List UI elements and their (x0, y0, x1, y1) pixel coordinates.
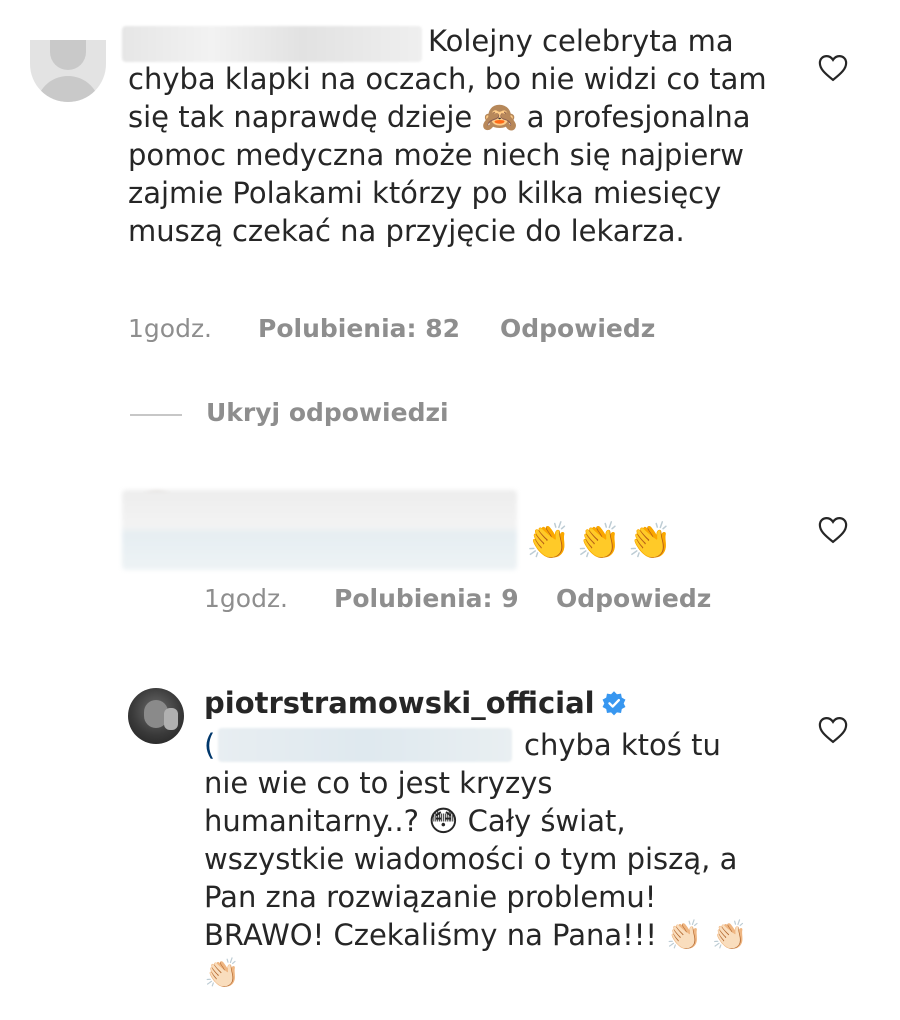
comment-text: Kolejny celebryta ma (428, 22, 828, 60)
comment-text-body: chyba klapki na oczach, bo nie widzi co … (128, 62, 767, 248)
comment-2: 👏👏👏 1godz. Polubienia: 9 Odpowiedz (0, 480, 900, 630)
timestamp: 1godz. (204, 584, 289, 613)
blurred-mention[interactable] (218, 728, 512, 762)
blurred-username[interactable] (122, 490, 517, 570)
comment-1: Kolejny celebryta ma chyba klapki na ocz… (0, 0, 900, 360)
timestamp: 1godz. (128, 314, 213, 343)
mention-prefix: ( (204, 728, 216, 762)
username[interactable]: piotrstramowski_official (204, 686, 595, 720)
comment-meta: 1godz. Polubienia: 9 Odpowiedz (204, 584, 804, 614)
likes-count[interactable]: Polubienia: 82 (258, 314, 460, 343)
avatar[interactable] (128, 688, 184, 744)
clap-emojis: 👏👏👏 (526, 521, 679, 562)
comment-text-first-line: chyba ktoś tu (524, 728, 721, 762)
comment-text-body: nie wie co to jest kryzys humanitarny..?… (204, 766, 748, 990)
heart-outline-icon[interactable] (818, 516, 848, 544)
reply-button[interactable]: Odpowiedz (556, 584, 711, 613)
blurred-username[interactable] (122, 26, 422, 62)
comment-meta: 1godz. Polubienia: 82 Odpowiedz (128, 314, 728, 344)
hide-replies-button[interactable]: Ukryj odpowiedzi (206, 398, 449, 427)
hide-replies-row[interactable]: Ukryj odpowiedzi (130, 398, 630, 432)
comment-header: piotrstramowski_official (204, 684, 804, 722)
likes-count[interactable]: Polubienia: 9 (334, 584, 519, 613)
heart-outline-icon[interactable] (818, 54, 848, 82)
comment-3: piotrstramowski_official ( chyba ktoś tu… (0, 680, 900, 1020)
divider-line (130, 414, 182, 416)
heart-outline-icon[interactable] (818, 716, 848, 744)
reply-button[interactable]: Odpowiedz (500, 314, 655, 343)
comment-text-first-line: Kolejny celebryta ma (428, 24, 734, 58)
verified-badge-icon (601, 687, 627, 716)
avatar[interactable] (30, 40, 106, 102)
